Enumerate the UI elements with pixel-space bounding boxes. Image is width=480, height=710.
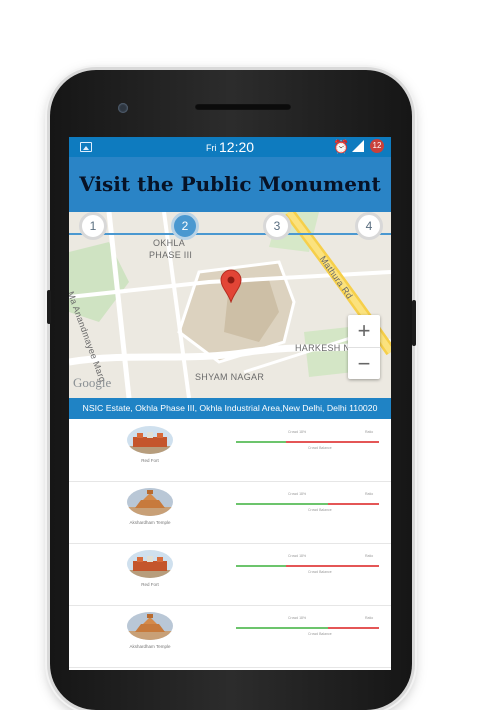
step-4[interactable]: 4 [355,212,383,240]
page-title: Visit the Public Monument [69,157,391,212]
crowd-bar-green [236,441,286,443]
map-canvas [69,212,391,398]
map-label-shyam-nagar: SHYAM NAGAR [195,372,265,382]
status-time: 12:20 [219,139,255,155]
crowd-bar [236,627,379,629]
crowd-bar-red [328,503,379,505]
crowd-bar-green [236,565,286,567]
front-camera [118,103,128,113]
bar-label-right: Ratio [365,492,374,496]
list-item[interactable]: Red Fort Crowd 18% Ratio Crowd Balance [69,420,391,482]
location-marker-icon[interactable] [220,269,242,303]
battery-icon: 12 [370,139,384,153]
list-item[interactable]: Akshardham Temple Crowd 18% Ratio Crowd Bal… [69,606,391,668]
step-3[interactable]: 3 [263,212,291,240]
crowd-bar-red [286,441,379,443]
zoom-in-button[interactable]: + [348,315,380,347]
zoom-control: + − [348,315,380,379]
bar-label-right: Ratio [365,430,374,434]
monument-name: Akshardham Temple [129,644,171,649]
bar-label-left: Crowd 18% [288,554,307,558]
list-item[interactable]: Red Fort Crowd 18% Ratio Crowd Balance [69,544,391,606]
bar-label-right: Ratio [365,554,374,558]
zoom-out-button[interactable]: − [348,347,380,380]
bar-label-left: Crowd 18% [288,492,307,496]
crowd-bar-red [286,565,379,567]
status-bar: Fri 12:20 ⏰ 12 [69,137,391,157]
monument-thumbnail[interactable] [127,488,173,516]
step-1[interactable]: 1 [79,212,107,240]
list-item[interactable]: Akshardham Temple Crowd 18% Ratio Crowd Bal… [69,482,391,544]
map-label-phase: PHASE III [149,250,193,260]
crowd-bar [236,565,379,567]
image-notification-icon [80,142,92,152]
monument-name: Red Fort [141,582,159,587]
map-view[interactable]: 1 2 3 4 OKHLA PHASE III Mathura Rd Ma An… [69,212,391,398]
bar-label-bottom: Crowd Balance [308,570,332,574]
crowd-bar-green [236,627,328,629]
monument-thumbnail[interactable] [127,426,173,454]
signal-icon [352,140,364,152]
bar-label-right: Ratio [365,616,374,620]
crowd-bar [236,441,379,443]
monument-name: Red Fort [141,458,159,463]
crowd-bar [236,503,379,505]
google-attribution: Google [73,375,112,390]
bar-label-bottom: Crowd Balance [308,508,332,512]
earpiece-speaker [195,104,291,110]
address-bar: NSIC Estate, Okhla Phase III, Okhla Indu… [69,398,391,419]
volume-key[interactable] [47,290,51,324]
bar-label-bottom: Crowd Balance [308,446,332,450]
crowd-bar-red [328,627,379,629]
crowd-bar-green [236,503,328,505]
monument-thumbnail[interactable] [127,612,173,640]
monument-thumbnail[interactable] [127,550,173,578]
power-key[interactable] [412,300,416,346]
bar-label-left: Crowd 18% [288,430,307,434]
app-screen: Fri 12:20 ⏰ 12 Visit the Public Monument… [69,137,391,670]
bar-label-bottom: Crowd Balance [308,632,332,636]
map-label-okhla: OKHLA [153,238,186,248]
bar-label-left: Crowd 18% [288,616,307,620]
alarm-icon: ⏰ [333,139,350,154]
step-2[interactable]: 2 [171,212,199,240]
monument-name: Akshardham Temple [129,520,171,525]
status-day: Fri [206,143,217,153]
